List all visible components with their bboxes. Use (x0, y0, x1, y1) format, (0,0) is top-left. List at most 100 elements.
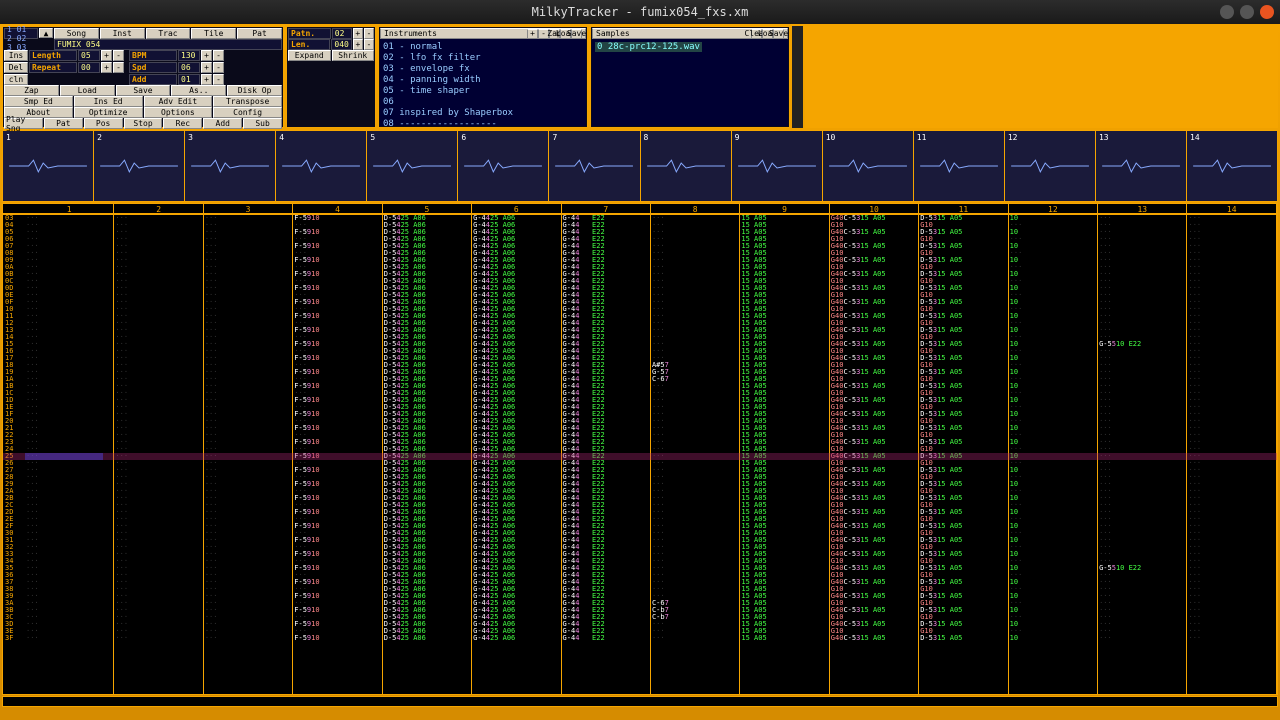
rec-button[interactable]: Rec (163, 118, 202, 129)
scope-channel-6[interactable]: 6 (458, 131, 549, 201)
pattern-cell[interactable]: ··· (1009, 572, 1097, 579)
pattern-cell[interactable]: G40C-5 315 A05 (830, 607, 918, 614)
scope-channel-7[interactable]: 7 (549, 131, 640, 201)
pattern-cell[interactable]: ··· (1009, 614, 1097, 621)
pattern-cell[interactable]: G40C-5 315 A05 (830, 565, 918, 572)
pattern-cell[interactable]: ··· (1009, 544, 1097, 551)
transpose-button[interactable]: Transpose (213, 96, 282, 107)
pattern-channel-8[interactable]: ········································… (651, 215, 740, 694)
optimize-button[interactable]: Optimize (74, 107, 143, 118)
add-button[interactable]: Add (203, 118, 242, 129)
add-value[interactable]: 01 (178, 74, 200, 85)
pattern-cell[interactable]: ··· (651, 635, 739, 642)
inst-plus-button[interactable]: + (527, 29, 538, 39)
ord-cln-button[interactable]: cln (4, 74, 28, 85)
close-button[interactable] (1260, 5, 1274, 19)
pattern-cell[interactable]: G40C-5 315 A05 (830, 425, 918, 432)
pattern-editor[interactable]: 030405060708090A0B0C0D0E0F10111213141516… (2, 214, 1278, 695)
pattern-cell[interactable]: G40C-5 315 A05 (830, 327, 918, 334)
pattern-cell[interactable]: G40C-5 315 A05 (830, 411, 918, 418)
pat-button[interactable]: Pat (44, 118, 83, 129)
pattern-channel-5[interactable]: D-5 425 A06D-5 425 A06D-5 425 A06D-5 425… (383, 215, 472, 694)
scope-channel-11[interactable]: 11 (914, 131, 1005, 201)
pattern-cell[interactable]: ··· (1187, 635, 1275, 642)
samp-save-button[interactable]: Save (773, 29, 784, 39)
bpm-plus-button[interactable]: + (201, 50, 212, 61)
pattern-cell[interactable]: F-5 910 (293, 635, 381, 642)
pattern-channel-9[interactable]: 15 A0515 A0515 A0515 A0515 A0515 A0515 A… (740, 215, 829, 694)
mini-tab-tile[interactable]: Tile (191, 28, 236, 39)
spd-plus-button[interactable]: + (201, 62, 212, 73)
repeat-plus-button[interactable]: + (101, 62, 112, 73)
pattern-cell[interactable]: ··· (1009, 320, 1097, 327)
pattern-cell[interactable]: ··· (1009, 278, 1097, 285)
pattern-cell[interactable]: G40C-5 315 A05 (830, 523, 918, 530)
pattern-cell[interactable]: ··· (1009, 516, 1097, 523)
pattern-cell[interactable]: G40C-5 315 A05 (830, 215, 918, 222)
pattern-channel-10[interactable]: G40C-5 315 A05G10G40C-5 315 A05G10G40C-5… (830, 215, 919, 694)
pattern-cell[interactable]: ··· (1009, 348, 1097, 355)
pattern-channel-13[interactable]: ········································… (1098, 215, 1187, 694)
pattern-cell[interactable]: ··· (1098, 635, 1186, 642)
pattern-cell[interactable]: G40C-5 315 A05 (830, 453, 918, 460)
len-minus-button[interactable]: - (364, 39, 374, 50)
expand-button[interactable]: Expand (288, 50, 331, 61)
inst-save-button[interactable]: Save (571, 29, 582, 39)
pattern-cell[interactable]: ··· (114, 635, 202, 642)
pattern-cell[interactable]: G40C-5 315 A05 (830, 593, 918, 600)
spd-value[interactable]: 06 (178, 62, 200, 73)
pattern-cell[interactable]: 10 (1009, 635, 1097, 642)
mini-tab-inst[interactable]: Inst (100, 28, 145, 39)
play-sng-button[interactable]: Play Sng (4, 118, 43, 129)
pattern-cell[interactable]: G40C-5 315 A05 (830, 299, 918, 306)
stop-button[interactable]: Stop (124, 118, 163, 129)
pattern-channel-12[interactable]: 10···10···10···10···10···10···10···10···… (1009, 215, 1098, 694)
ord-ins-button[interactable]: Ins (4, 50, 28, 61)
pattern-cell[interactable]: ··· (1009, 362, 1097, 369)
ord-del-button[interactable]: Del (4, 62, 28, 73)
len-plus-button[interactable]: + (353, 39, 363, 50)
pattern-channel-4[interactable]: F-5 910···F-5 910···F-5 910···F-5 910···… (293, 215, 382, 694)
pattern-cell[interactable]: ··· (1009, 628, 1097, 635)
mini-tab-song[interactable]: Song (54, 28, 99, 39)
pattern-cell[interactable]: 15 A05 (740, 635, 828, 642)
pattern-cell[interactable]: G40C-5 315 A05 (830, 229, 918, 236)
pattern-cell[interactable]: G40C-5 315 A05 (830, 285, 918, 292)
instruments-list[interactable]: 01 - normal02 - lfo fx filter03 - envelo… (380, 39, 586, 126)
pattern-channel-2[interactable]: ········································… (114, 215, 203, 694)
scope-channel-4[interactable]: 4 (276, 131, 367, 201)
scope-channel-14[interactable]: 14 (1187, 131, 1277, 201)
pattern-channel-1[interactable]: ········································… (25, 215, 114, 694)
add-minus-button[interactable]: - (213, 74, 224, 85)
pattern-cell[interactable]: ··· (1009, 502, 1097, 509)
bpm-value[interactable]: 130 (178, 50, 200, 61)
zap-button[interactable]: Zap (4, 85, 59, 96)
len-value[interactable]: 040 (331, 39, 351, 50)
pattern-cell[interactable]: ··· (1009, 586, 1097, 593)
scope-channel-5[interactable]: 5 (367, 131, 458, 201)
scope-channel-9[interactable]: 9 (732, 131, 823, 201)
scope-channel-2[interactable]: 2 (94, 131, 185, 201)
horizontal-scrollbar[interactable] (2, 696, 1278, 707)
pos-button[interactable]: Pos (84, 118, 123, 129)
repeat-minus-button[interactable]: - (113, 62, 124, 73)
pattern-cell[interactable]: G40C-5 315 A05 (830, 495, 918, 502)
disk-op-button[interactable]: Disk Op (227, 85, 282, 96)
pattern-channel-7[interactable]: G-4 4 E22G-4 4 E22G-4 4 E22G-4 4 E22G-4 … (562, 215, 651, 694)
maximize-button[interactable] (1240, 5, 1254, 19)
spd-minus-button[interactable]: - (213, 62, 224, 73)
pattern-cell[interactable]: G40C-5 315 A05 (830, 355, 918, 362)
pattern-cell[interactable]: G40C-5 315 A05 (830, 243, 918, 250)
pattern-cell[interactable]: G40C-5 315 A05 (830, 271, 918, 278)
patn-minus-button[interactable]: - (364, 28, 374, 39)
scope-channel-10[interactable]: 10 (823, 131, 914, 201)
pattern-cell[interactable]: G40C-5 315 A05 (830, 635, 918, 642)
bpm-minus-button[interactable]: - (213, 50, 224, 61)
repeat-value[interactable]: 00 (78, 62, 100, 73)
sub-button[interactable]: Sub (243, 118, 282, 129)
pattern-channel-3[interactable]: ········································… (204, 215, 293, 694)
length-minus-button[interactable]: - (113, 50, 124, 61)
pattern-cell[interactable]: ··· (1009, 264, 1097, 271)
pattern-cell[interactable]: G40C-5 315 A05 (830, 313, 918, 320)
pattern-cell[interactable]: ··· (1009, 474, 1097, 481)
